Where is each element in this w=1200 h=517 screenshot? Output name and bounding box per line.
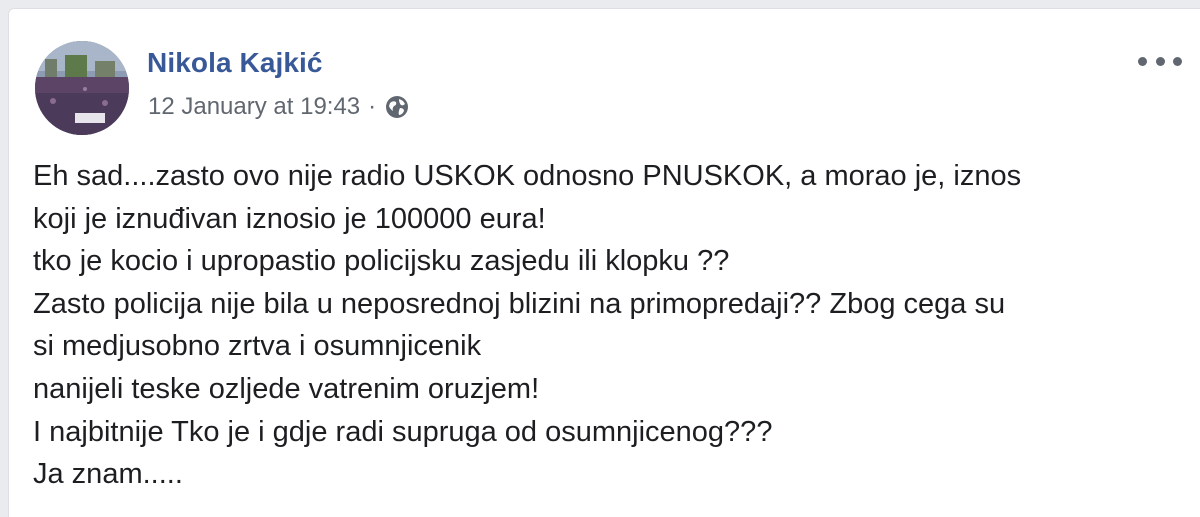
globe-icon[interactable] [384,94,410,120]
author-name[interactable]: Nikola Kajkić [147,47,323,79]
post-meta: 12 January at 19:43 · [148,93,410,121]
meta-separator: · [368,93,377,120]
post-text-line: Zasto policija nije bila u neposrednoj b… [33,287,1006,320]
post-text: Eh sad....zasto ovo nije radio USKOK odn… [33,155,1183,496]
post-text-line: si medjusobno zrtva i osumnjicenik [33,330,482,363]
more-dot [1138,56,1147,66]
post-text-line: Ja znam..... [33,458,183,491]
more-dot [1155,56,1165,66]
post-text-line: Eh sad....zasto ovo nije radio USKOK odn… [33,160,1022,192]
avatar[interactable] [35,41,129,135]
post-text-line: nanijeli teske ozljede vatrenim oruzjem! [33,372,540,405]
post-timestamp[interactable]: 12 January at 19:43 [148,93,360,121]
post-text-line: tko je kocio i upropastio policijsku zas… [33,245,730,278]
more-dot [1173,56,1182,66]
post-text-line: koji je iznuđivan iznosio je 100000 eura… [33,202,546,235]
post-text-line: I najbitnije Tko je i gdje radi supruga … [33,415,773,448]
post-card: Nikola Kajkić 12 January at 19:43 · Eh s… [8,8,1200,517]
more-options-icon[interactable] [1138,49,1182,73]
